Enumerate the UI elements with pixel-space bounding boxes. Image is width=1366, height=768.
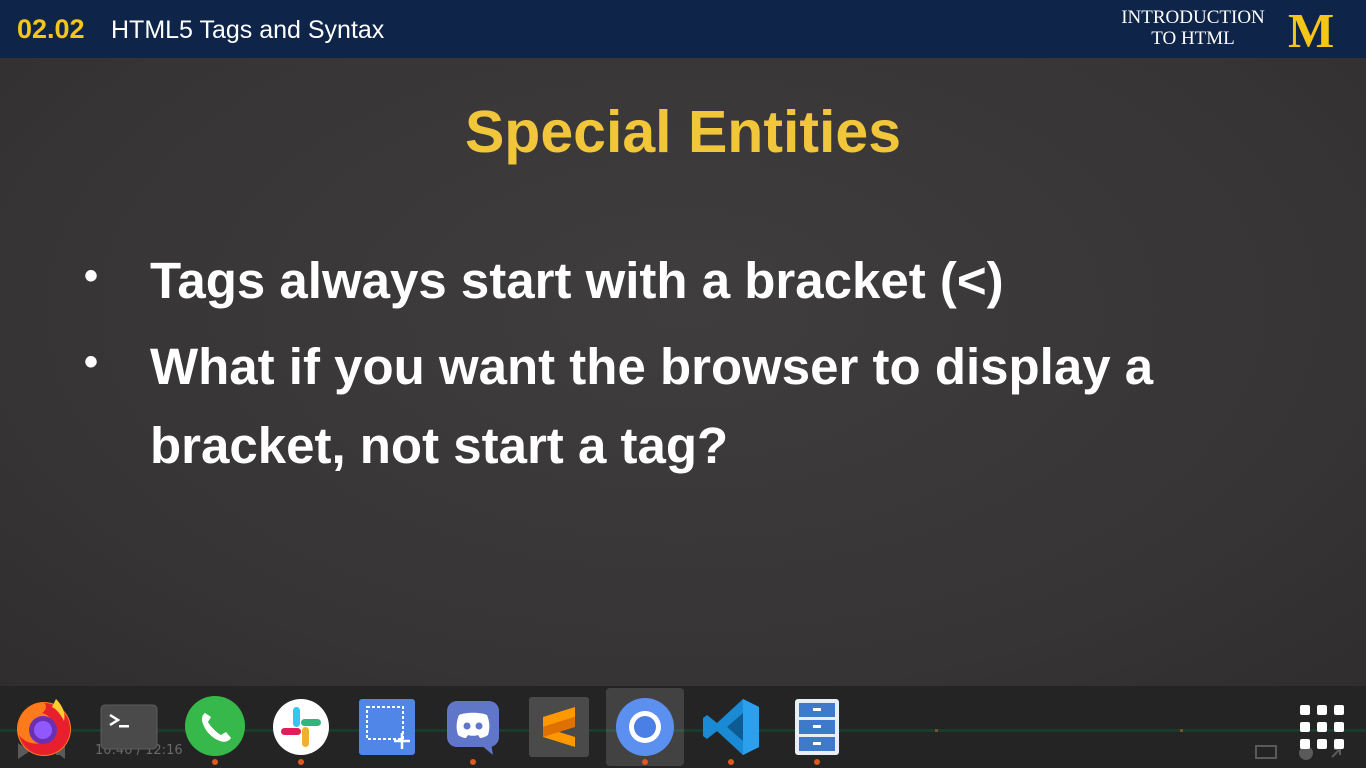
university-logo: M: [1288, 3, 1335, 58]
lesson-title: HTML5 Tags and Syntax: [111, 16, 385, 44]
chromium-icon[interactable]: [613, 695, 677, 759]
bullet-item-1: Tags always start with a bracket (<): [150, 252, 1004, 309]
course-name-line1: INTRODUCTION: [1121, 7, 1265, 28]
sublime-icon[interactable]: [527, 695, 591, 759]
lesson-number: 02.02: [17, 14, 85, 44]
running-indicator: [814, 759, 820, 765]
slack-icon[interactable]: [269, 695, 333, 759]
whatsapp-icon[interactable]: [183, 695, 247, 759]
slide-content: Special Entities • Tags always start wit…: [0, 58, 1366, 686]
screenshot-icon[interactable]: [355, 695, 419, 759]
slide-header: 02.02 HTML5 Tags and Syntax INTRODUCTION…: [0, 0, 1366, 58]
discord-icon[interactable]: [441, 695, 505, 759]
course-name: INTRODUCTION TO HTML: [1108, 7, 1278, 49]
file-cabinet-icon[interactable]: [785, 695, 849, 759]
app-grid-icon[interactable]: [1300, 705, 1346, 751]
course-name-line2: TO HTML: [1151, 28, 1235, 49]
vscode-icon[interactable]: [699, 695, 763, 759]
running-indicator: [642, 759, 648, 765]
bullet-dot: •: [84, 340, 99, 384]
bullet-item-2: What if you want the browser to display …: [150, 338, 1154, 474]
running-indicator: [212, 759, 218, 765]
running-indicator: [298, 759, 304, 765]
bullet-dot: •: [84, 254, 99, 298]
running-indicator: [470, 759, 476, 765]
firefox-icon[interactable]: [12, 695, 76, 759]
terminal-icon[interactable]: [97, 695, 161, 759]
running-indicator: [728, 759, 734, 765]
captions-icon: [1255, 745, 1277, 759]
slide-title: Special Entities: [464, 99, 902, 165]
